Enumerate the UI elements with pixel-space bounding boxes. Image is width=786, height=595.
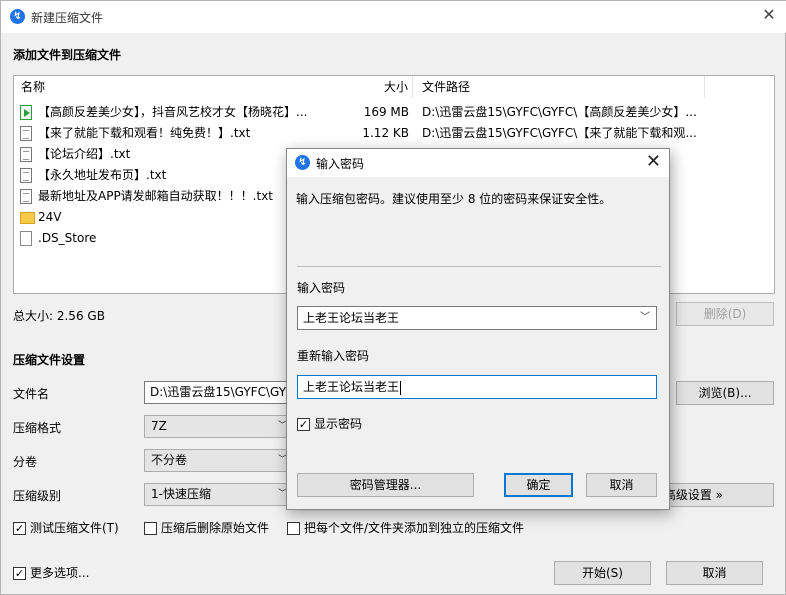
advanced-settings-button[interactable]: 高级设置 »: [653, 483, 774, 507]
app-logo-icon: ↯: [295, 155, 310, 170]
split-label: 分卷: [13, 455, 38, 469]
file-size: 1.12 KB: [362, 126, 409, 140]
cancel-button[interactable]: 取消: [666, 561, 763, 585]
column-header-size[interactable]: 大小: [384, 76, 408, 98]
text-file-icon: [20, 168, 32, 183]
file-name: 【来了就能下载和观看！纯免费！】.txt: [38, 126, 251, 140]
start-button[interactable]: 开始(S): [554, 561, 651, 585]
text-caret: [400, 380, 402, 395]
checkbox-checked-icon: ✓: [13, 522, 26, 535]
title-bar: ↯ 新建压缩文件 ✕: [1, 1, 786, 33]
reenter-label: 重新输入密码: [297, 349, 370, 363]
close-icon[interactable]: ✕: [761, 7, 777, 23]
file-path: D:\迅雷云盘15\GYFC\GYFC\【高颜反差美少女】...: [422, 105, 697, 119]
split-value: 不分卷: [151, 453, 188, 467]
dialog-cancel-button[interactable]: 取消: [586, 473, 657, 497]
divider: [297, 266, 661, 267]
window-title: 新建压缩文件: [31, 11, 104, 25]
filename-field[interactable]: D:\迅雷云盘15\GYFC\GYF: [144, 381, 294, 404]
column-divider[interactable]: [704, 76, 705, 98]
more-options-label: 更多选项...: [30, 566, 90, 580]
password-value: 上老王论坛当老王: [303, 311, 400, 325]
text-file-icon: [20, 189, 32, 204]
ok-button[interactable]: 确定: [504, 473, 573, 497]
password-label: 输入密码: [297, 281, 346, 295]
file-name: .DS_Store: [38, 231, 97, 245]
format-value: 7Z: [151, 419, 167, 433]
file-name: 24V: [38, 210, 62, 224]
file-icon: [20, 231, 32, 246]
total-size: 总大小: 2.56 GB: [13, 309, 105, 323]
level-label: 压缩级别: [13, 489, 62, 503]
password-input[interactable]: 上老王论坛当老王 ﹀: [297, 306, 657, 330]
split-select[interactable]: 不分卷 ﹀: [144, 449, 294, 472]
test-archive-label: 测试压缩文件(T): [30, 521, 119, 535]
each-separate-label: 把每个文件/文件夹添加到独立的压缩文件: [304, 521, 525, 535]
settings-heading: 压缩文件设置: [13, 353, 86, 367]
level-select[interactable]: 1-快速压缩 ﹀: [144, 483, 294, 506]
delete-after-label: 压缩后删除原始文件: [161, 521, 270, 535]
show-password-label: 显示密码: [314, 417, 363, 431]
browse-button[interactable]: 浏览(B)...: [676, 381, 774, 405]
delete-button[interactable]: 删除(D): [676, 302, 774, 326]
filename-label: 文件名: [13, 387, 50, 401]
text-file-icon: [20, 126, 32, 141]
dialog-title: 输入密码: [316, 157, 365, 171]
advanced-settings-label: 高级设置 »: [663, 488, 723, 502]
file-row[interactable]: 【高颜反差美少女】，抖音风艺校才女【杨晓花】... 169 MB D:\迅雷云盘15…: [14, 102, 774, 123]
file-path: D:\迅雷云盘15\GYFC\GYFC\【来了就能下载和观...: [422, 126, 697, 140]
checkbox-unchecked-icon: [287, 522, 300, 535]
add-files-heading: 添加文件到压缩文件: [13, 48, 122, 62]
app-logo-icon: ↯: [10, 9, 25, 24]
video-file-icon: [20, 105, 32, 120]
column-header-name[interactable]: 名称: [21, 76, 45, 98]
file-name: 【论坛介绍】.txt: [38, 147, 131, 161]
password-manager-button[interactable]: 密码管理器...: [297, 473, 474, 497]
folder-icon: [20, 212, 35, 224]
file-name: 最新地址及APP请发邮箱自动获取！！！.txt: [38, 189, 274, 203]
column-header-path[interactable]: 文件路径: [422, 76, 470, 98]
file-row[interactable]: 【来了就能下载和观看！纯免费！】.txt 1.12 KB D:\迅雷云盘15\GYF…: [14, 123, 774, 144]
close-icon[interactable]: ✕: [646, 152, 661, 172]
reenter-password-input[interactable]: 上老王论坛当老王: [297, 375, 657, 399]
checkbox-unchecked-icon: [144, 522, 157, 535]
column-divider[interactable]: [412, 76, 413, 98]
checkbox-checked-icon: ✓: [297, 418, 310, 431]
text-file-icon: [20, 147, 32, 162]
checkbox-checked-icon: ✓: [13, 567, 26, 580]
file-name: 【高颜反差美少女】，抖音风艺校才女【杨晓花】...: [38, 105, 308, 119]
password-dialog: ↯ 输入密码 ✕ 输入压缩包密码。建议使用至少 8 位的密码来保证安全性。 输入…: [286, 148, 670, 510]
dialog-title-bar: ↯ 输入密码 ✕: [287, 149, 669, 177]
level-value: 1-快速压缩: [151, 487, 211, 501]
format-select[interactable]: 7Z ﹀: [144, 415, 294, 438]
file-size: 169 MB: [363, 105, 409, 119]
reenter-value: 上老王论坛当老王: [303, 380, 400, 394]
chevron-down-icon[interactable]: ﹀: [640, 307, 650, 329]
file-name: 【永久地址发布页】.txt: [38, 168, 167, 182]
dialog-description: 输入压缩包密码。建议使用至少 8 位的密码来保证安全性。: [296, 192, 612, 206]
format-label: 压缩格式: [13, 421, 62, 435]
